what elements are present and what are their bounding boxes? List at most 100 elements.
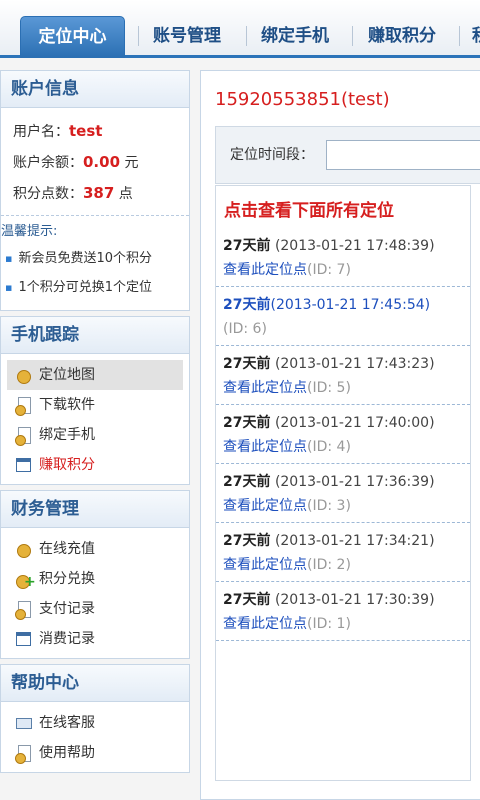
calendar-icon: [15, 630, 33, 648]
record-id: (ID: 2): [307, 557, 351, 573]
tab-separator: [138, 26, 139, 46]
menu-item-label: 支付记录: [39, 601, 95, 617]
document-icon: [15, 426, 33, 446]
time-filter-bar: 定位时间段：: [215, 126, 480, 184]
phone-tracking-title: 手机跟踪: [1, 317, 189, 354]
menu-item-online-recharge[interactable]: 在线充值: [7, 534, 183, 564]
tab-separator: [246, 26, 247, 46]
list-item: 27天前 (2013-01-21 17:43:23) 查看此定位点(ID: 5): [216, 346, 470, 405]
document-icon: [15, 744, 33, 764]
menu-item-label: 积分兑换: [39, 571, 95, 587]
username-label: 用户名：: [13, 124, 69, 140]
username-row: 用户名：test: [13, 116, 179, 147]
list-item: 27天前 (2013-01-21 17:40:00) 查看此定位点(ID: 4): [216, 405, 470, 464]
record-time: (2013-01-21 17:34:21): [274, 533, 435, 549]
account-info-panel: 账户信息 用户名：test 账户余额：0.00 元 积分点数：387 点 温馨提…: [0, 70, 190, 311]
view-location-link[interactable]: 查看此定位点: [223, 439, 307, 455]
menu-item-label: 赚取积分: [39, 457, 95, 473]
record-time: (2013-01-21 17:36:39): [274, 474, 435, 490]
add-coins-icon: [15, 567, 36, 597]
time-range-input[interactable]: [326, 140, 480, 170]
tips-title: 温馨提示:: [1, 224, 58, 239]
tip-item: 1个积分可兑换1个定位: [1, 273, 189, 302]
coins-icon: [15, 540, 33, 558]
menu-item-bind-phone[interactable]: 绑定手机: [7, 420, 183, 450]
document-icon: [15, 396, 33, 416]
left-sidebar: 账户信息 用户名：test 账户余额：0.00 元 积分点数：387 点 温馨提…: [0, 70, 190, 800]
tips-section: 温馨提示: 新会员免费送10个积分 1个积分可兑换1个定位: [1, 215, 189, 310]
record-age: 27天前: [223, 356, 271, 372]
tab-account-management[interactable]: 账号管理: [153, 16, 221, 58]
menu-item-online-support[interactable]: 在线客服: [7, 708, 183, 738]
list-item: 27天前 (2013-01-21 17:30:39) 查看此定位点(ID: 1): [216, 582, 470, 641]
coins-icon: [15, 366, 33, 384]
record-age: 27天前: [223, 297, 271, 313]
record-time: (2013-01-21 17:30:39): [274, 592, 435, 608]
points-unit: 点: [118, 186, 133, 202]
tab-points-partial[interactable]: 积: [472, 16, 480, 58]
menu-item-payment-records[interactable]: 支付记录: [7, 594, 183, 624]
menu-item-label: 下载软件: [39, 397, 95, 413]
finance-title: 财务管理: [1, 491, 189, 528]
points-row: 积分点数：387 点: [13, 178, 179, 209]
record-time: (2013-01-21 17:43:23): [274, 356, 435, 372]
record-time: (2013-01-21 17:40:00): [274, 415, 435, 431]
menu-item-earn-points[interactable]: 赚取积分: [7, 450, 183, 480]
menu-item-consumption-records[interactable]: 消费记录: [7, 624, 183, 654]
list-item: 27天前 (2013-01-21 17:36:39) 查看此定位点(ID: 3): [216, 464, 470, 523]
phone-title: 15920553851(test): [215, 89, 390, 110]
tab-separator: [459, 26, 460, 46]
record-time: (2013-01-21 17:48:39): [274, 238, 435, 254]
menu-item-label: 定位地图: [39, 367, 95, 383]
phone-tracking-panel: 手机跟踪 定位地图 下载软件 绑定手机 赚取积分: [0, 316, 190, 485]
main-content: 15920553851(test) 定位时间段： 点击查看下面所有定位 27天前…: [200, 70, 480, 800]
list-item[interactable]: 27天前(2013-01-21 17:45:54) (ID: 6): [216, 287, 470, 346]
tip-item: 新会员免费送10个积分: [1, 244, 189, 273]
help-center-panel: 帮助中心 在线客服 使用帮助: [0, 664, 190, 773]
menu-item-points-exchange[interactable]: 积分兑换: [7, 564, 183, 597]
menu-item-location-map[interactable]: 定位地图: [7, 360, 183, 390]
tab-bind-phone[interactable]: 绑定手机: [261, 16, 329, 58]
calendar-icon: [15, 456, 33, 474]
record-id: (ID: 7): [307, 262, 351, 278]
points-label: 积分点数：: [13, 186, 83, 202]
view-location-link[interactable]: 查看此定位点: [223, 498, 307, 514]
menu-item-usage-help[interactable]: 使用帮助: [7, 738, 183, 768]
record-age: 27天前: [223, 474, 271, 490]
list-item: 27天前 (2013-01-21 17:48:39) 查看此定位点(ID: 7): [216, 228, 470, 287]
record-age: 27天前: [223, 238, 271, 254]
tab-location-center[interactable]: 定位中心: [20, 16, 125, 58]
help-center-title: 帮助中心: [1, 665, 189, 702]
record-time: (2013-01-21 17:45:54): [270, 297, 431, 313]
record-age: 27天前: [223, 415, 271, 431]
view-location-link[interactable]: 查看此定位点: [223, 262, 307, 278]
points-value: 387: [83, 184, 115, 202]
record-id: (ID: 3): [307, 498, 351, 514]
balance-value: 0.00: [83, 153, 121, 171]
list-item: 27天前 (2013-01-21 17:34:21) 查看此定位点(ID: 2): [216, 523, 470, 582]
top-tab-bar: 定位中心 账号管理 绑定手机 赚取积分 积: [0, 0, 480, 58]
location-record-list: 点击查看下面所有定位 27天前 (2013-01-21 17:48:39) 查看…: [215, 185, 471, 781]
finance-panel: 财务管理 在线充值 积分兑换 支付记录 消费记录: [0, 490, 190, 659]
record-id: (ID: 4): [307, 439, 351, 455]
record-id: (ID: 1): [307, 616, 351, 632]
balance-row: 账户余额：0.00 元: [13, 147, 179, 178]
username-value: test: [69, 122, 103, 140]
view-location-link[interactable]: 查看此定位点: [223, 616, 307, 632]
record-id: (ID: 6): [223, 321, 267, 337]
menu-item-label: 在线充值: [39, 541, 95, 557]
filter-label: 定位时间段：: [230, 147, 314, 163]
balance-unit: 元: [124, 155, 139, 171]
menu-item-label: 消费记录: [39, 631, 95, 647]
menu-item-label: 在线客服: [39, 715, 95, 731]
tab-separator: [352, 26, 353, 46]
view-all-locations-link[interactable]: 点击查看下面所有定位: [224, 196, 394, 221]
record-age: 27天前: [223, 533, 271, 549]
tab-earn-points[interactable]: 赚取积分: [368, 16, 436, 58]
account-info-title: 账户信息: [1, 71, 189, 108]
balance-label: 账户余额：: [13, 155, 83, 171]
view-location-link[interactable]: 查看此定位点: [223, 380, 307, 396]
menu-item-download-software[interactable]: 下载软件: [7, 390, 183, 420]
mail-icon: [15, 714, 33, 732]
view-location-link[interactable]: 查看此定位点: [223, 557, 307, 573]
